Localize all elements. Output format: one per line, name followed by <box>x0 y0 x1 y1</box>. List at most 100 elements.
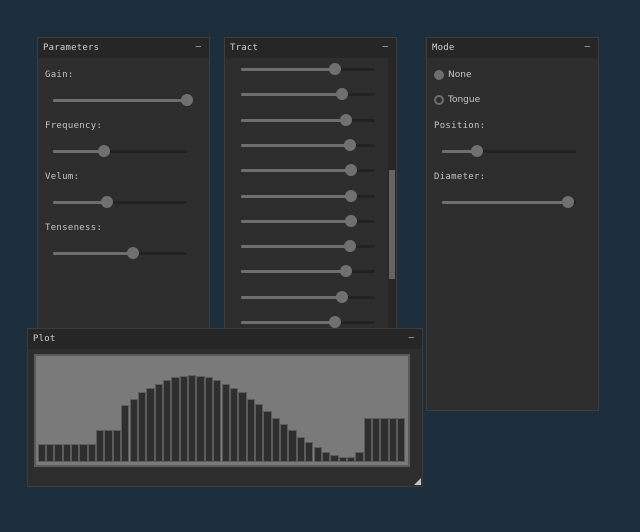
plot-bar <box>121 405 130 463</box>
radio-indicator <box>434 70 444 80</box>
tract-collapse-button[interactable]: – <box>383 42 388 52</box>
frequency-slider[interactable] <box>53 145 187 157</box>
plot-bar <box>271 418 281 463</box>
position-label: Position: <box>434 121 486 131</box>
plot-bar <box>129 398 138 463</box>
plot-bar <box>229 387 239 463</box>
tract-slider-9[interactable] <box>241 290 375 303</box>
plot-bar <box>372 418 381 463</box>
tenseness-slider[interactable] <box>53 247 187 259</box>
plot-bar <box>263 410 272 463</box>
slider-knob[interactable] <box>344 214 357 227</box>
mode-titlebar[interactable]: Mode – <box>427 38 598 58</box>
slider-knob[interactable] <box>181 94 193 106</box>
slider-knob[interactable] <box>97 145 110 157</box>
plot-bar <box>213 380 222 463</box>
mode-collapse-button[interactable]: – <box>585 42 590 52</box>
slider-knob[interactable] <box>328 63 341 75</box>
tract-slider-5[interactable] <box>241 189 375 202</box>
slider-fill <box>241 295 342 299</box>
tract-slider-1[interactable] <box>241 88 375 101</box>
plot-bar <box>146 387 155 463</box>
slider-fill <box>241 219 351 223</box>
plot-bar <box>196 376 205 463</box>
slider-fill <box>241 169 351 173</box>
tract-window: Tract – <box>224 37 397 337</box>
plot-bar <box>96 430 105 463</box>
slider-knob[interactable] <box>470 145 483 157</box>
tract-titlebar[interactable]: Tract – <box>225 38 396 58</box>
slider-fill <box>442 201 568 204</box>
parameters-title: Parameters <box>43 43 100 53</box>
slider-fill <box>53 201 107 204</box>
slider-knob[interactable] <box>339 113 352 126</box>
tract-scrollbar[interactable] <box>388 58 396 336</box>
slider-fill <box>53 99 187 102</box>
plot-bar <box>254 404 264 463</box>
slider-knob[interactable] <box>328 316 341 328</box>
mode-window: Mode – None Tongue Position: Diameter: <box>426 37 599 411</box>
resize-grip-icon[interactable] <box>414 478 421 485</box>
velum-label: Velum: <box>45 172 80 182</box>
tract-slider-4[interactable] <box>241 164 375 177</box>
slider-knob[interactable] <box>343 240 356 253</box>
slider-knob[interactable] <box>343 138 356 151</box>
plot-bar <box>355 451 364 463</box>
slider-fill <box>53 150 104 153</box>
plot-bar <box>179 376 189 463</box>
slider-knob[interactable] <box>561 196 574 208</box>
slider-knob[interactable] <box>335 88 348 101</box>
plot-bar <box>154 383 163 463</box>
mode-title: Mode <box>432 43 455 53</box>
plot-bar <box>37 444 46 463</box>
slider-knob[interactable] <box>339 265 352 278</box>
tract-slider-10[interactable] <box>241 316 375 328</box>
slider-knob[interactable] <box>344 189 357 202</box>
slider-knob[interactable] <box>100 196 113 208</box>
tract-scrollbar-thumb[interactable] <box>389 170 395 280</box>
plot-bar <box>313 447 322 463</box>
plot-collapse-button[interactable]: – <box>409 333 414 343</box>
plot-bar <box>62 444 71 463</box>
parameters-window: Parameters – Gain: Frequency: Velum: Tensen… <box>37 37 210 337</box>
tract-slider-2[interactable] <box>241 113 375 126</box>
plot-bar <box>54 444 63 463</box>
bar-plot <box>34 354 410 467</box>
plot-bar <box>338 457 347 463</box>
radio-none[interactable]: None <box>434 70 471 80</box>
plot-bar <box>246 398 255 463</box>
plot-titlebar[interactable]: Plot – <box>28 329 422 349</box>
position-slider[interactable] <box>442 145 576 157</box>
slider-knob[interactable] <box>344 164 357 177</box>
tract-slider-0[interactable] <box>241 63 375 75</box>
radio-indicator <box>434 95 444 105</box>
slider-fill <box>53 252 134 255</box>
plot-bar <box>221 383 230 463</box>
plot-bar <box>70 444 80 463</box>
tract-slider-6[interactable] <box>241 214 375 227</box>
slider-fill <box>241 93 342 97</box>
slider-fill <box>241 270 346 274</box>
diameter-label: Diameter: <box>434 172 486 182</box>
slider-knob[interactable] <box>127 247 140 259</box>
parameters-collapse-button[interactable]: – <box>196 42 201 52</box>
tract-slider-8[interactable] <box>241 265 375 278</box>
radio-tongue[interactable]: Tongue <box>434 95 480 105</box>
slider-fill <box>241 143 350 147</box>
plot-bar <box>397 418 406 463</box>
gain-slider[interactable] <box>53 94 193 106</box>
slider-knob[interactable] <box>335 290 348 303</box>
radio-none-label: None <box>448 70 472 80</box>
slider-fill <box>241 68 335 71</box>
plot-bar <box>388 418 398 463</box>
diameter-slider[interactable] <box>442 196 576 208</box>
parameters-titlebar[interactable]: Parameters – <box>38 38 209 58</box>
slider-fill <box>241 245 350 249</box>
slider-fill <box>241 321 335 324</box>
velum-slider[interactable] <box>53 196 187 208</box>
tract-slider-7[interactable] <box>241 240 375 253</box>
plot-bar <box>363 418 373 463</box>
plot-bar <box>87 444 97 463</box>
tract-slider-3[interactable] <box>241 138 375 151</box>
plot-window: Plot – <box>27 328 423 487</box>
